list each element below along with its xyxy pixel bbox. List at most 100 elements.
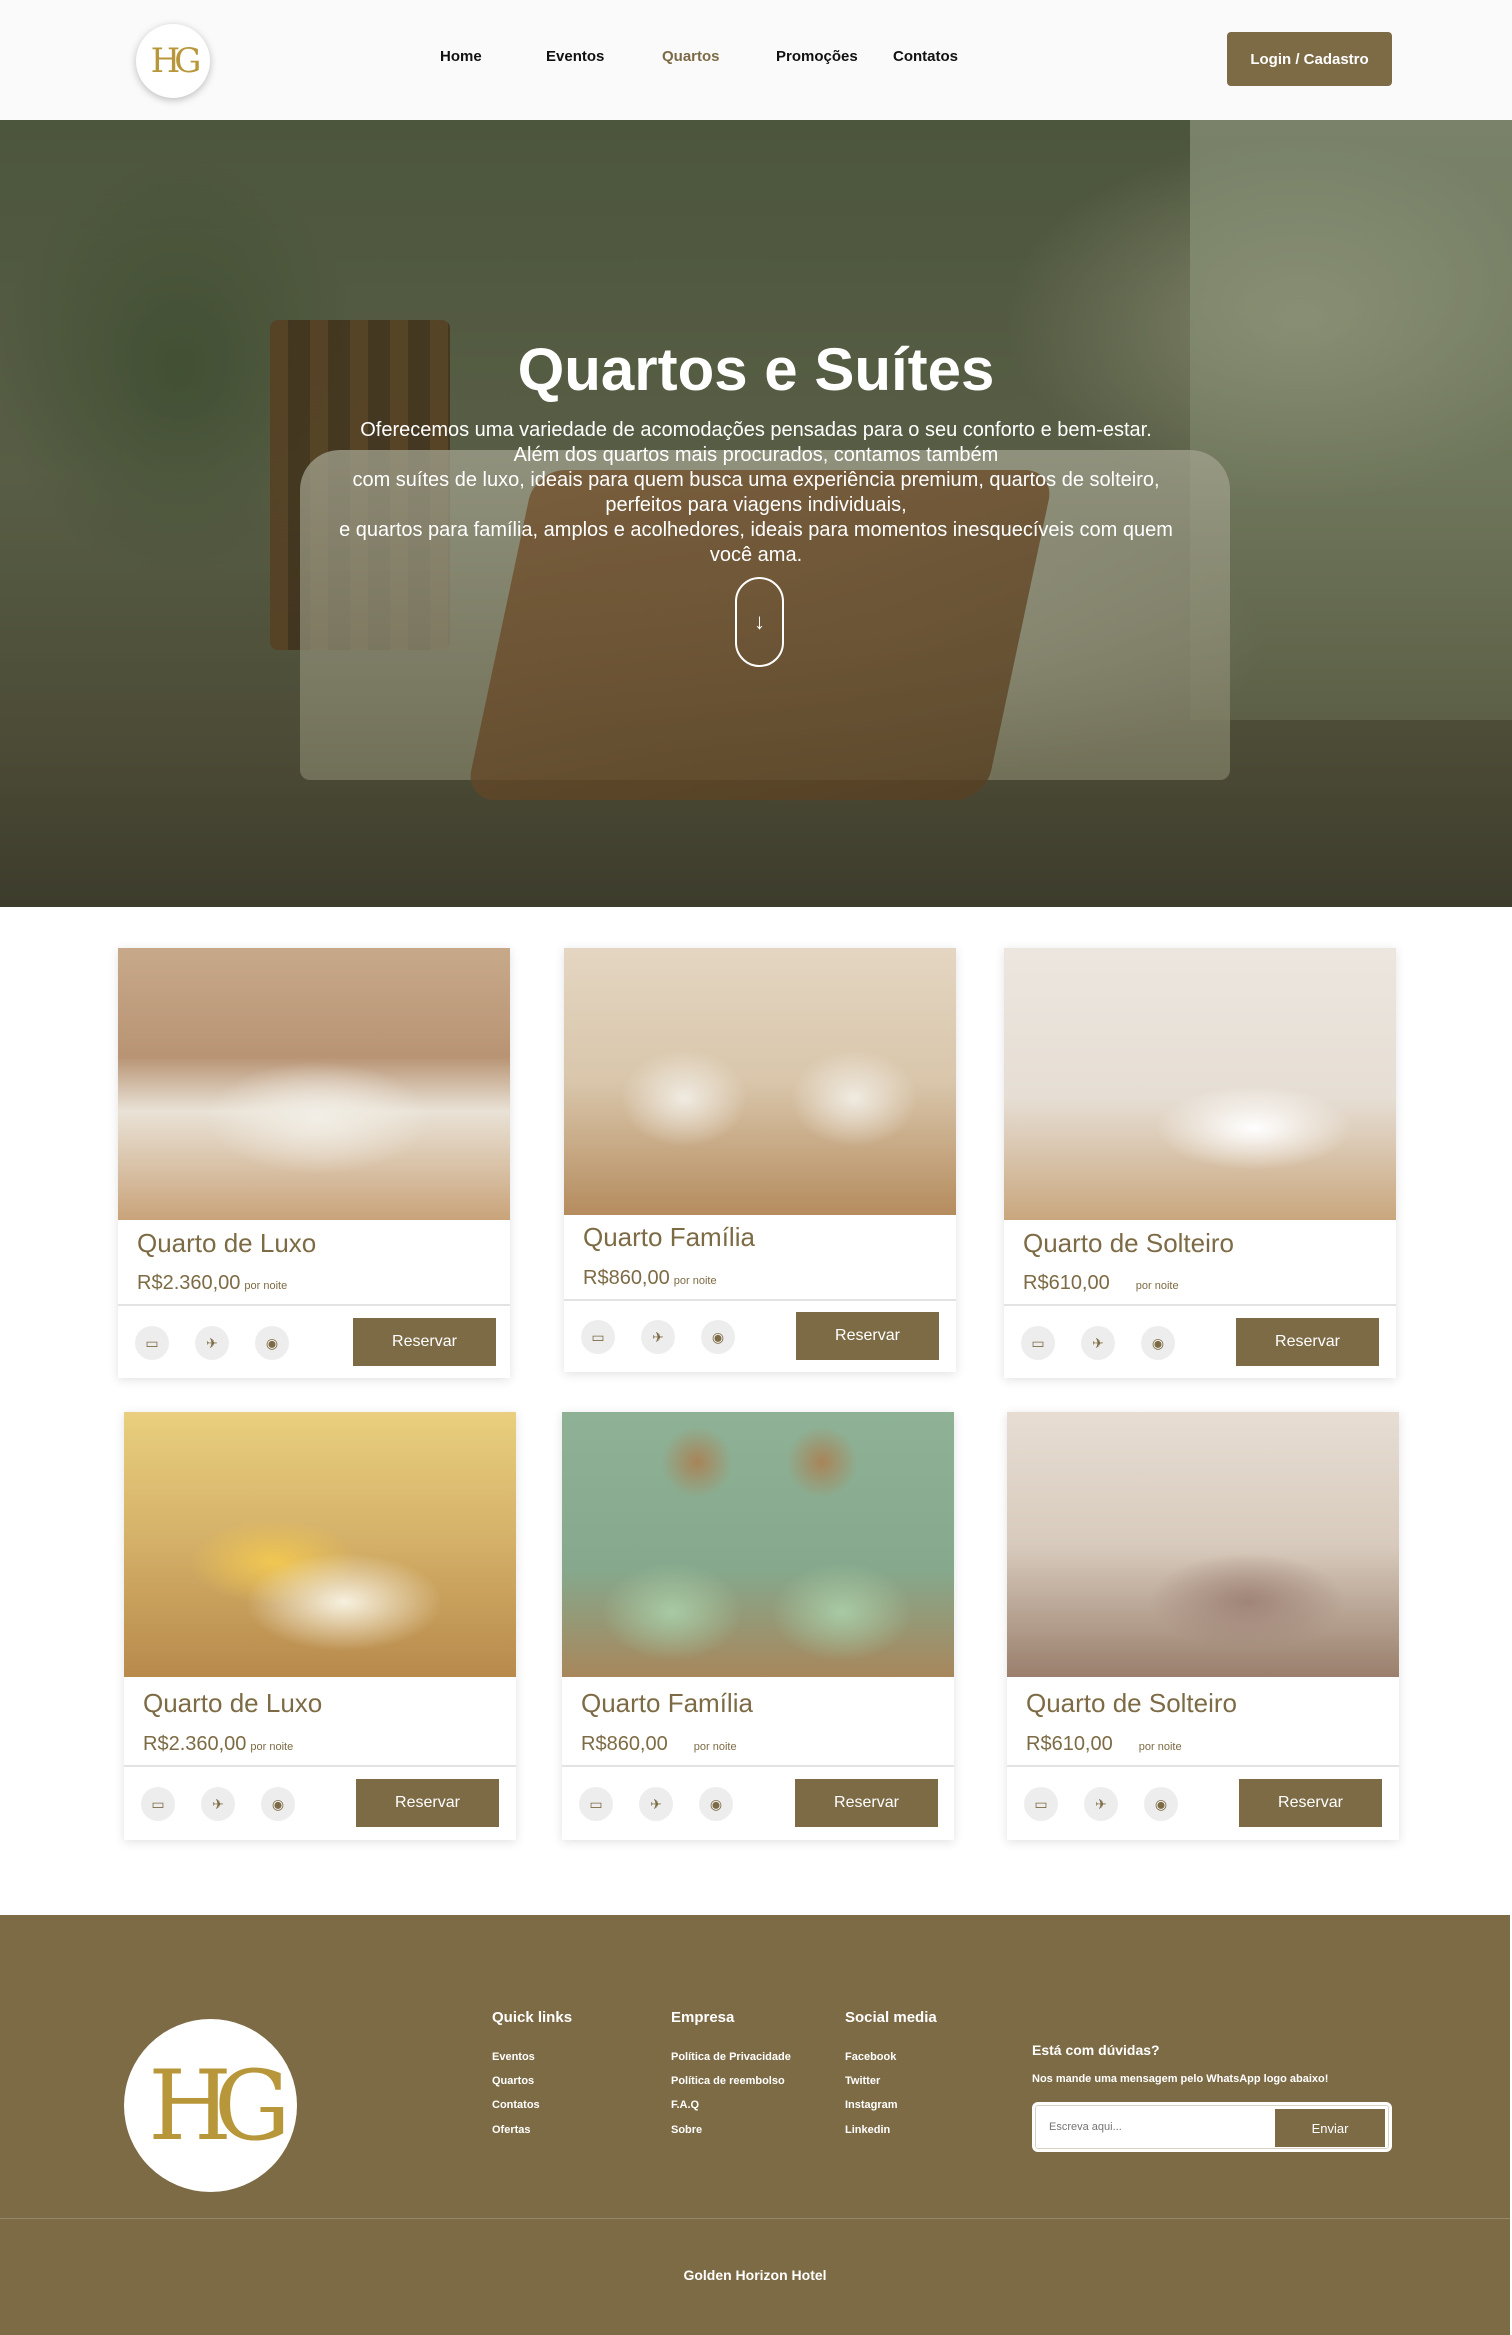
message-input[interactable] [1049,2115,1269,2139]
room-name: Quarto de Luxo [137,1228,317,1258]
footer-link[interactable]: Contatos [492,2099,540,2111]
top-navbar: HG Home Eventos Quartos Promoções Contat… [0,0,1512,120]
airplane-icon: ✈ [641,1320,675,1354]
card-divider [118,1304,510,1306]
footer-link-twitter[interactable]: Twitter [845,2075,880,2087]
room-card: Quarto de Solteiro R$610,00 por noite ▭ ✈… [1004,948,1396,1378]
footer-link-facebook[interactable]: Facebook [845,2051,896,2063]
hero-description-line: com suítes de luxo, ideais para quem bus… [352,469,1160,491]
nav-link-promocoes[interactable]: Promoções [776,48,858,65]
room-name: Quarto de Luxo [143,1688,323,1718]
wifi-icon: ◉ [261,1787,295,1821]
hotel-logo[interactable]: HG [136,24,210,98]
hero-description: Oferecemos uma variedade de acomodações … [0,418,1512,568]
nav-link-eventos[interactable]: Eventos [546,48,604,65]
room-price: R$860,00 por noite [583,1267,717,1289]
login-button[interactable]: Login / Cadastro [1227,32,1392,86]
card-divider [562,1765,954,1767]
room-name: Quarto Família [581,1688,753,1718]
price-unit: por noite [1138,1741,1182,1753]
contact-question: Está com dúvidas? [1032,2042,1160,2058]
footer-link[interactable]: F.A.Q [671,2099,699,2111]
reserve-button[interactable]: Reservar [1236,1318,1379,1366]
footer-link[interactable]: Política de Privacidade [671,2051,791,2063]
card-divider [1007,1765,1399,1767]
room-card: Quarto de Luxo R$2.360,00 por noite ▭ ✈ ◉… [124,1412,516,1840]
room-name: Quarto de Solteiro [1026,1688,1238,1718]
wifi-icon: ◉ [255,1326,289,1360]
hero-description-line: perfeitos para viagens individuais, [605,494,907,516]
nav-link-quartos[interactable]: Quartos [662,48,720,65]
whatsapp-message-form: Enviar [1032,2102,1392,2152]
airplane-icon: ✈ [1084,1787,1118,1821]
airplane-icon: ✈ [639,1787,673,1821]
footer-link[interactable]: Quartos [492,2075,534,2087]
room-card: Quarto Família R$860,00 por noite ▭ ✈ ◉ R… [562,1412,954,1840]
wifi-icon: ◉ [699,1787,733,1821]
scroll-down-button[interactable]: ↓ [735,577,784,667]
room-card: Quarto Família R$860,00 por noite ▭ ✈ ◉ R… [564,948,956,1372]
price-unit: por noite [673,1275,717,1287]
tv-icon: ▭ [1024,1787,1058,1821]
hero-banner: Quartos e Suítes Oferecemos uma variedad… [0,120,1512,907]
room-photo[interactable] [124,1412,516,1677]
contact-subtitle: Nos mande uma mensagem pelo WhatsApp log… [1032,2073,1329,2085]
wifi-icon: ◉ [1141,1326,1175,1360]
room-name: Quarto Família [583,1222,755,1252]
room-photo[interactable] [562,1412,954,1677]
footer-logo[interactable]: HG [124,2019,297,2192]
tv-icon: ▭ [135,1326,169,1360]
send-button[interactable]: Enviar [1275,2109,1385,2147]
room-card: Quarto de Solteiro R$610,00 por noite ▭ ✈… [1007,1412,1399,1840]
hero-title: Quartos e Suítes [517,336,995,403]
airplane-icon: ✈ [201,1787,235,1821]
hero-description-line: você ama. [709,544,803,566]
card-divider [124,1765,516,1767]
price-unit: por noite [250,1741,294,1753]
footer-title-quick-links: Quick links [492,2009,573,2026]
footer-title-social: Social media [845,2009,937,2026]
room-card: Quarto de Luxo R$2.360,00 por noite ▭ ✈ ◉… [118,948,510,1378]
airplane-icon: ✈ [195,1326,229,1360]
arrow-down-icon: ↓ [754,609,765,634]
wifi-icon: ◉ [1144,1787,1178,1821]
hero-description-line: e quartos para família, amplos e acolhed… [339,519,1173,541]
card-divider [564,1299,956,1301]
tv-icon: ▭ [581,1320,615,1354]
room-price: R$2.360,00 por noite [143,1733,294,1755]
reserve-button[interactable]: Reservar [353,1318,496,1366]
room-price: R$610,00 por noite [1026,1733,1182,1755]
footer-divider [0,2218,1510,2219]
airplane-icon: ✈ [1081,1326,1115,1360]
wifi-icon: ◉ [701,1320,735,1354]
nav-link-home[interactable]: Home [440,48,482,65]
reserve-button[interactable]: Reservar [1239,1779,1382,1827]
reserve-button[interactable]: Reservar [796,1312,939,1360]
room-price: R$2.360,00 por noite [137,1272,288,1294]
card-divider [1004,1304,1396,1306]
footer-link[interactable]: Sobre [671,2124,702,2136]
footer: HG Quick links Eventos Quartos Contatos … [0,1915,1510,2335]
room-name: Quarto de Solteiro [1023,1228,1235,1258]
room-photo[interactable] [564,948,956,1215]
hero-description-line: Além dos quartos mais procurados, contam… [513,444,999,466]
price-unit: por noite [244,1280,288,1292]
room-price: R$860,00 por noite [581,1733,737,1755]
footer-title-empresa: Empresa [671,2009,735,2026]
room-photo[interactable] [1004,948,1396,1220]
tv-icon: ▭ [579,1787,613,1821]
nav-link-contatos[interactable]: Contatos [893,48,958,65]
footer-copyright: Golden Horizon Hotel [683,2267,827,2283]
footer-link-linkedin[interactable]: Linkedin [845,2124,890,2136]
reserve-button[interactable]: Reservar [356,1779,499,1827]
reserve-button[interactable]: Reservar [795,1779,938,1827]
footer-link[interactable]: Política de reembolso [671,2075,785,2087]
room-photo[interactable] [1007,1412,1399,1677]
room-photo[interactable] [118,948,510,1220]
tv-icon: ▭ [141,1787,175,1821]
price-unit: por noite [693,1741,737,1753]
room-price: R$610,00 por noite [1023,1272,1179,1294]
footer-link[interactable]: Ofertas [492,2124,531,2136]
footer-link-instagram[interactable]: Instagram [845,2099,898,2111]
footer-link[interactable]: Eventos [492,2051,535,2063]
